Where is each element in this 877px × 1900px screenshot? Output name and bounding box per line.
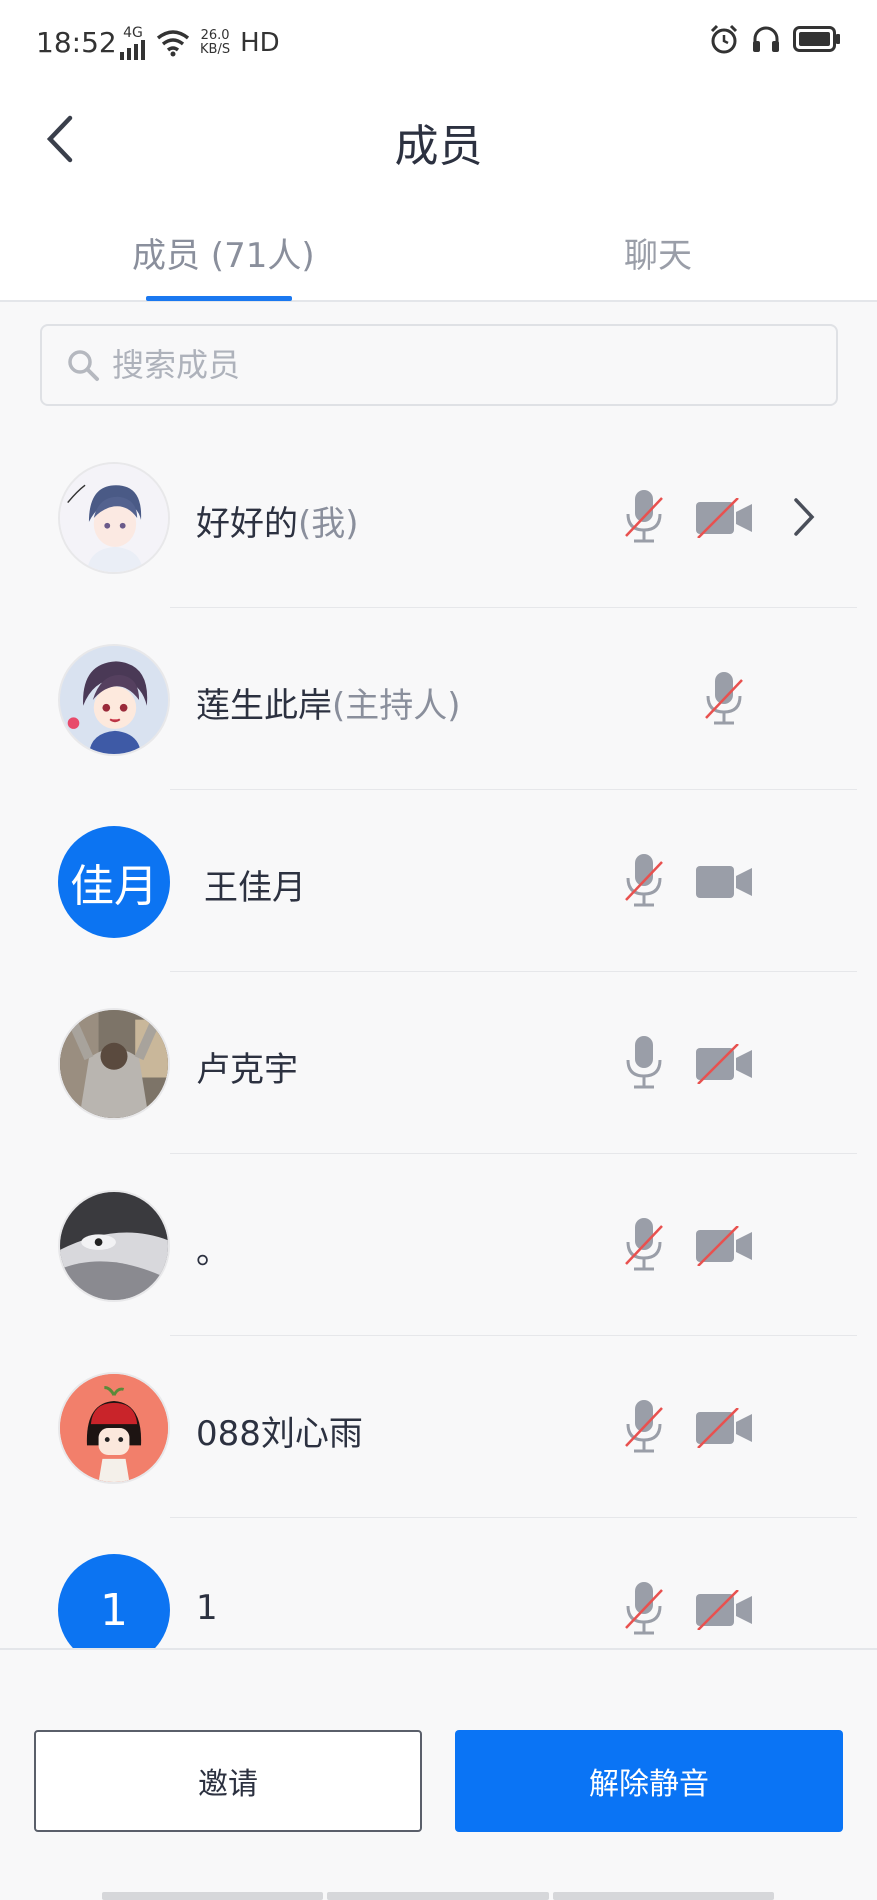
mic-icon[interactable]: [620, 1032, 668, 1092]
mic-muted-icon[interactable]: [620, 1214, 668, 1274]
member-row[interactable]: 1 1: [0, 1518, 877, 1648]
member-name: 好好的(我): [196, 504, 359, 544]
status-bar: 18:52 4G 26.0 KB/S HD: [0, 0, 877, 88]
avatar: [58, 462, 170, 574]
network-type-label: 4G: [123, 25, 143, 41]
mic-muted-icon[interactable]: [620, 1396, 668, 1456]
tab-bar: 成员 (71人) 聊天: [0, 188, 877, 302]
network-speed: 26.0 KB/S: [200, 28, 231, 57]
battery-icon: [793, 26, 840, 52]
search-icon: [68, 350, 99, 381]
bottom-action-bar: 邀请 解除静音: [0, 1648, 877, 1900]
member-role: (我): [298, 504, 359, 544]
camera-off-icon[interactable]: [694, 1044, 754, 1084]
member-name: 1: [196, 1588, 218, 1628]
active-tab-indicator: [146, 296, 292, 301]
invite-button[interactable]: 邀请: [34, 1730, 422, 1832]
member-row[interactable]: 卢克宇: [0, 972, 877, 1154]
member-list: 好好的(我) 莲生此岸(主持人) 佳月 王佳月 卢克宇 。 088刘心雨 1 1: [0, 426, 877, 1648]
avatar: 1: [58, 1554, 170, 1648]
avatar: [58, 1190, 170, 1302]
mic-muted-icon[interactable]: [620, 1578, 668, 1638]
status-network: 4G 26.0 KB/S HD: [120, 26, 280, 60]
status-right-icons: [709, 24, 841, 54]
member-row[interactable]: 佳月 王佳月: [0, 790, 877, 972]
mic-muted-icon[interactable]: [620, 850, 668, 910]
camera-off-icon[interactable]: [694, 1590, 754, 1630]
tab-chat[interactable]: 聊天: [624, 228, 692, 277]
tab-members[interactable]: 成员 (71人): [132, 228, 315, 277]
avatar: 佳月: [58, 826, 170, 938]
unmute-button[interactable]: 解除静音: [455, 1730, 843, 1832]
search-input[interactable]: [112, 346, 792, 384]
chevron-right-icon[interactable]: [790, 492, 818, 542]
home-indicator: [102, 1892, 774, 1900]
camera-off-icon[interactable]: [694, 1226, 754, 1266]
camera-on-icon[interactable]: [694, 862, 754, 902]
camera-off-icon[interactable]: [694, 1408, 754, 1448]
headphones-icon: [753, 26, 779, 52]
search-box: [40, 324, 838, 406]
member-name: 卢克宇: [196, 1050, 298, 1090]
cell-signal-icon: [120, 40, 145, 60]
mic-muted-icon[interactable]: [620, 486, 668, 546]
page-title: 成员: [394, 121, 483, 172]
cartoon-avatar-image: [60, 1374, 168, 1482]
photo-avatar-image: [60, 1010, 168, 1118]
wifi-icon: [156, 30, 190, 57]
alarm-icon: [710, 24, 738, 54]
mic-muted-icon[interactable]: [700, 668, 748, 728]
member-name: 088刘心雨: [196, 1414, 363, 1454]
member-name: 莲生此岸(主持人): [196, 686, 461, 726]
hd-label: HD: [240, 28, 280, 58]
nav-header: 成员: [0, 88, 877, 188]
member-row[interactable]: 好好的(我): [0, 426, 877, 608]
member-row[interactable]: 088刘心雨: [0, 1336, 877, 1518]
anime-avatar-image: [60, 646, 168, 754]
avatar: [58, 644, 170, 756]
member-name: 王佳月: [204, 868, 306, 908]
member-row[interactable]: 莲生此岸(主持人): [0, 608, 877, 790]
status-time: 18:52: [36, 26, 117, 59]
photo-avatar-image: [60, 1192, 168, 1300]
member-role: (主持人): [332, 686, 461, 726]
avatar: [58, 1008, 170, 1120]
camera-off-icon[interactable]: [694, 498, 754, 538]
avatar: [58, 1372, 170, 1484]
member-name: 。: [196, 1232, 230, 1272]
anime-avatar-image: [60, 464, 168, 572]
member-row[interactable]: 。: [0, 1154, 877, 1336]
